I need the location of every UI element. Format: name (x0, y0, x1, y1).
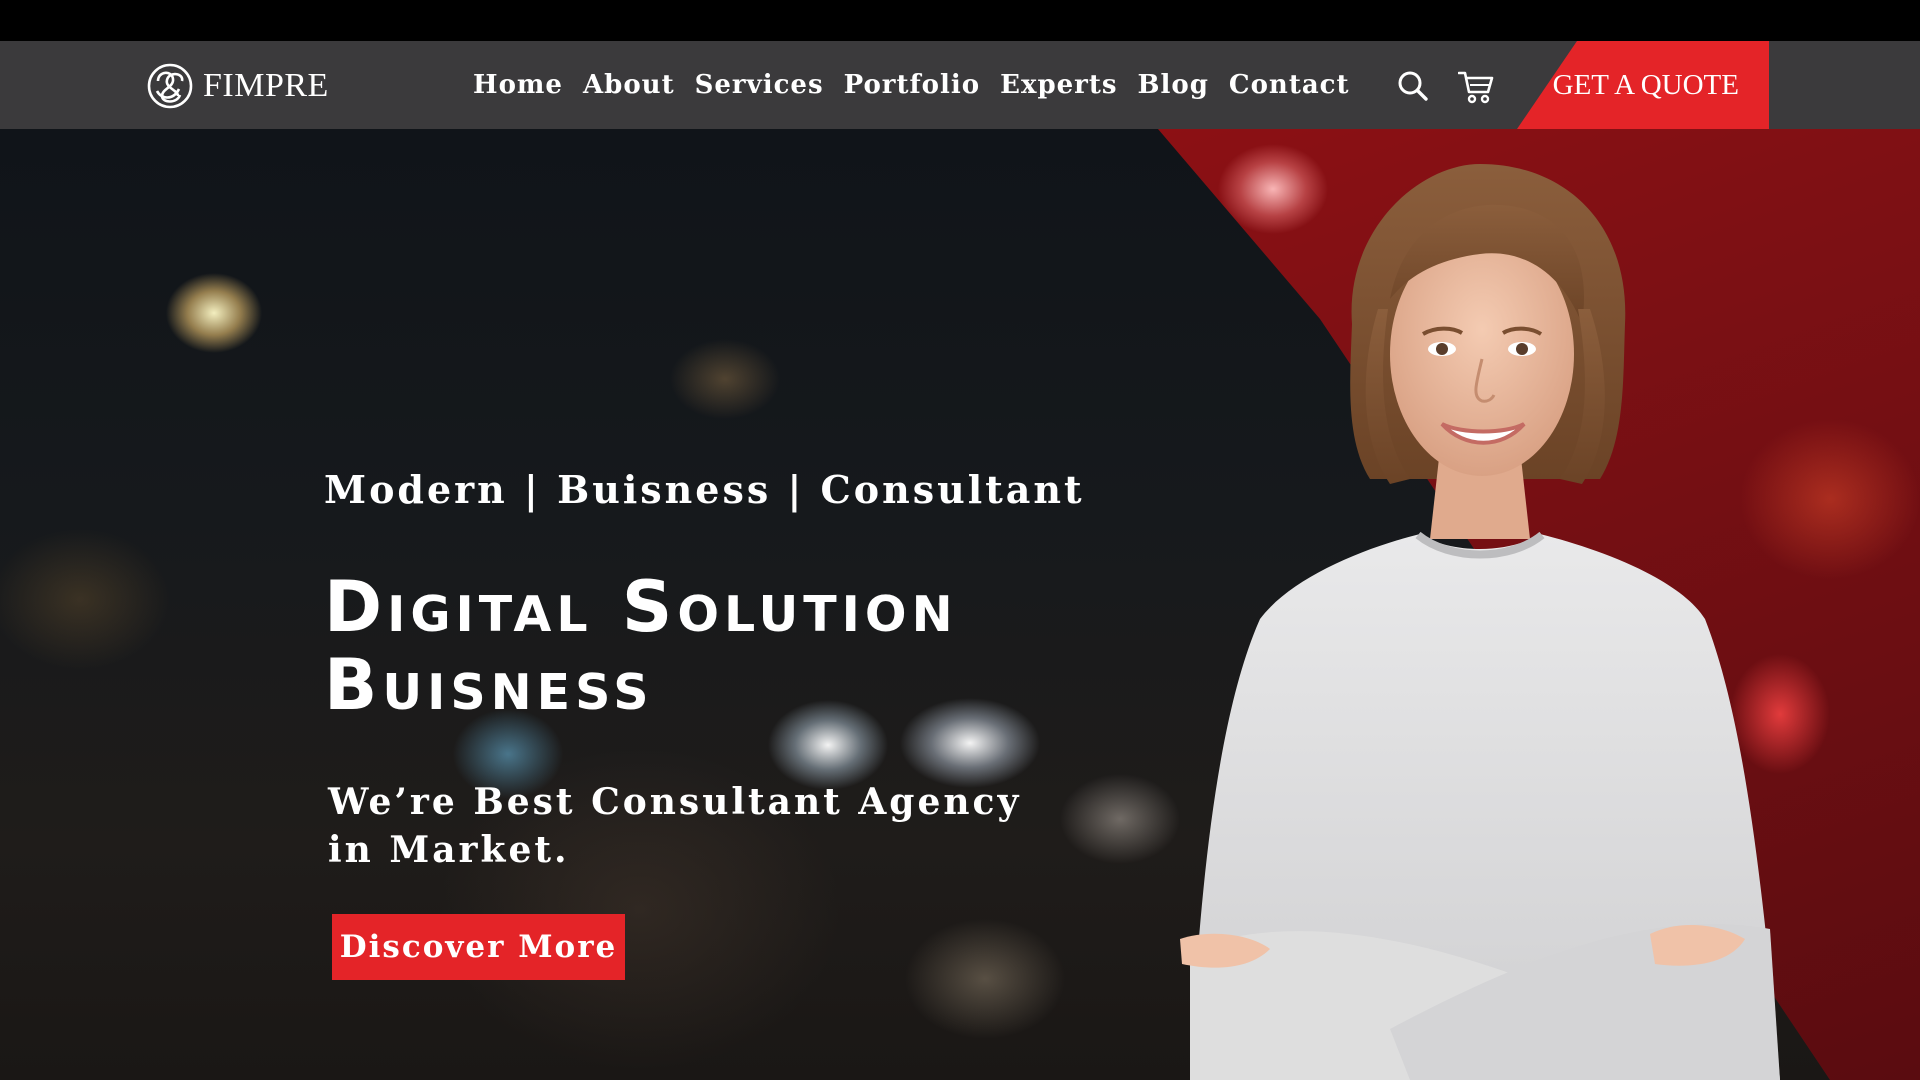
hero-headline: Digital Solution Buisness (324, 568, 958, 724)
hero-section: Modern | Buisness | Consultant Digital S… (0, 129, 1920, 1080)
nav-home[interactable]: Home (473, 67, 563, 103)
consultant-portrait-image (1180, 164, 1780, 1080)
nav-services[interactable]: Services (695, 67, 824, 103)
brand-name: FIMPRE (203, 67, 329, 104)
hero-subline: We’re Best Consultant Agency in Market. (328, 781, 1022, 871)
top-strip (0, 0, 1920, 41)
hero-tagline: Modern | Buisness | Consultant (324, 467, 1085, 512)
main-nav: Home About Services Portfolio Experts Bl… (473, 67, 1350, 103)
nav-contact[interactable]: Contact (1229, 67, 1350, 103)
nav-blog[interactable]: Blog (1138, 67, 1209, 103)
cart-icon[interactable] (1458, 70, 1494, 104)
headline-line-1: Digital Solution (324, 566, 958, 648)
discover-more-button[interactable]: Discover More (332, 914, 625, 980)
flower-knot-icon (147, 63, 193, 109)
nav-portfolio[interactable]: Portfolio (844, 67, 981, 103)
nav-about[interactable]: About (583, 67, 675, 103)
logo[interactable]: FIMPRE (145, 59, 329, 113)
nav-experts[interactable]: Experts (1000, 67, 1117, 103)
headline-line-2: Buisness (324, 644, 654, 726)
search-icon[interactable] (1397, 70, 1429, 102)
